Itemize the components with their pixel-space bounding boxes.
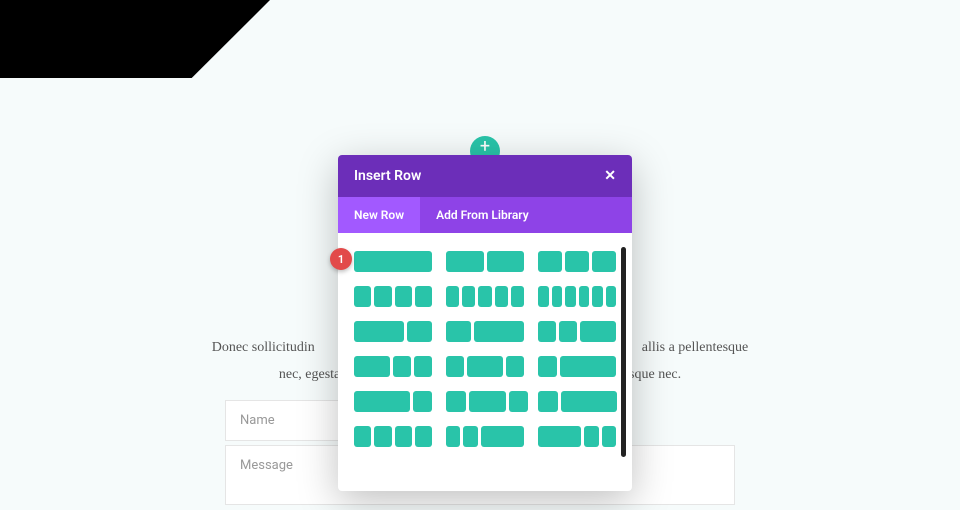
layout-option-8[interactable] — [446, 321, 524, 342]
row-layouts-grid — [354, 251, 616, 447]
layout-column — [354, 286, 371, 307]
layout-column — [446, 251, 484, 272]
layout-column — [559, 321, 577, 342]
layout-column — [354, 251, 432, 272]
layout-column — [538, 286, 549, 307]
layout-option-7[interactable] — [354, 321, 432, 342]
layout-column — [393, 356, 411, 377]
layout-column — [580, 321, 616, 342]
modal-tabs: New Row Add From Library — [338, 197, 632, 233]
layout-column — [446, 286, 459, 307]
layout-column — [565, 251, 589, 272]
layout-option-9[interactable] — [538, 321, 616, 342]
layout-column — [481, 426, 524, 447]
header-decor-shape — [0, 0, 270, 78]
layout-column — [592, 286, 603, 307]
layout-column — [354, 321, 404, 342]
layout-column — [446, 391, 466, 412]
desc-part-2: allis a pellentesque — [642, 340, 749, 355]
layout-option-2[interactable] — [446, 251, 524, 272]
layout-column — [592, 251, 616, 272]
layout-column — [579, 286, 590, 307]
close-icon[interactable]: ✕ — [604, 169, 616, 183]
layout-option-4[interactable] — [354, 286, 432, 307]
layout-column — [474, 321, 524, 342]
layout-column — [395, 426, 412, 447]
layout-option-12[interactable] — [538, 356, 616, 377]
scrollbar[interactable] — [621, 247, 626, 457]
layout-option-15[interactable] — [538, 391, 616, 412]
layout-column — [374, 286, 391, 307]
layout-column — [478, 286, 491, 307]
insert-row-modal: Insert Row ✕ New Row Add From Library — [338, 155, 632, 491]
layout-column — [538, 356, 557, 377]
desc-part-3: nec, egestas — [279, 367, 346, 382]
modal-body — [338, 233, 632, 491]
layout-column — [415, 286, 432, 307]
layout-column — [446, 426, 460, 447]
layout-column — [538, 391, 558, 412]
layout-column — [495, 286, 508, 307]
layout-option-14[interactable] — [446, 391, 524, 412]
tab-add-from-library[interactable]: Add From Library — [420, 197, 545, 233]
layout-column — [565, 286, 576, 307]
layout-column — [552, 286, 563, 307]
annotation-badge-1: 1 — [330, 248, 352, 270]
name-placeholder: Name — [240, 413, 275, 428]
layout-option-18[interactable] — [538, 426, 616, 447]
layout-column — [467, 356, 503, 377]
layout-column — [354, 426, 371, 447]
layout-column — [395, 286, 412, 307]
layout-column — [538, 321, 556, 342]
layout-option-6[interactable] — [538, 286, 616, 307]
badge-label: 1 — [338, 253, 344, 266]
layout-column — [354, 391, 410, 412]
layout-column — [538, 251, 562, 272]
layout-column — [509, 391, 529, 412]
layout-column — [561, 391, 617, 412]
layout-column — [560, 356, 616, 377]
layout-column — [511, 286, 524, 307]
layout-option-1[interactable] — [354, 251, 432, 272]
layout-column — [469, 391, 506, 412]
layout-option-16[interactable] — [354, 426, 432, 447]
layout-column — [584, 426, 598, 447]
layout-column — [407, 321, 432, 342]
desc-part-1: Donec sollicitudin — [212, 340, 315, 355]
tab-new-row[interactable]: New Row — [338, 197, 420, 233]
layout-column — [462, 286, 475, 307]
layout-option-13[interactable] — [354, 391, 432, 412]
layout-option-11[interactable] — [446, 356, 524, 377]
layout-column — [446, 321, 471, 342]
layout-column — [374, 426, 391, 447]
layout-column — [354, 356, 390, 377]
layout-option-5[interactable] — [446, 286, 524, 307]
modal-title: Insert Row — [354, 168, 421, 184]
layout-column — [415, 426, 432, 447]
layout-option-10[interactable] — [354, 356, 432, 377]
layout-option-3[interactable] — [538, 251, 616, 272]
layout-column — [606, 286, 617, 307]
layout-option-17[interactable] — [446, 426, 524, 447]
layout-column — [487, 251, 525, 272]
layout-column — [538, 426, 581, 447]
layout-column — [463, 426, 477, 447]
message-placeholder: Message — [240, 458, 293, 473]
layout-column — [413, 391, 432, 412]
modal-header: Insert Row ✕ — [338, 155, 632, 197]
layout-column — [446, 356, 464, 377]
layout-column — [602, 426, 616, 447]
layout-column — [414, 356, 432, 377]
layout-column — [506, 356, 524, 377]
